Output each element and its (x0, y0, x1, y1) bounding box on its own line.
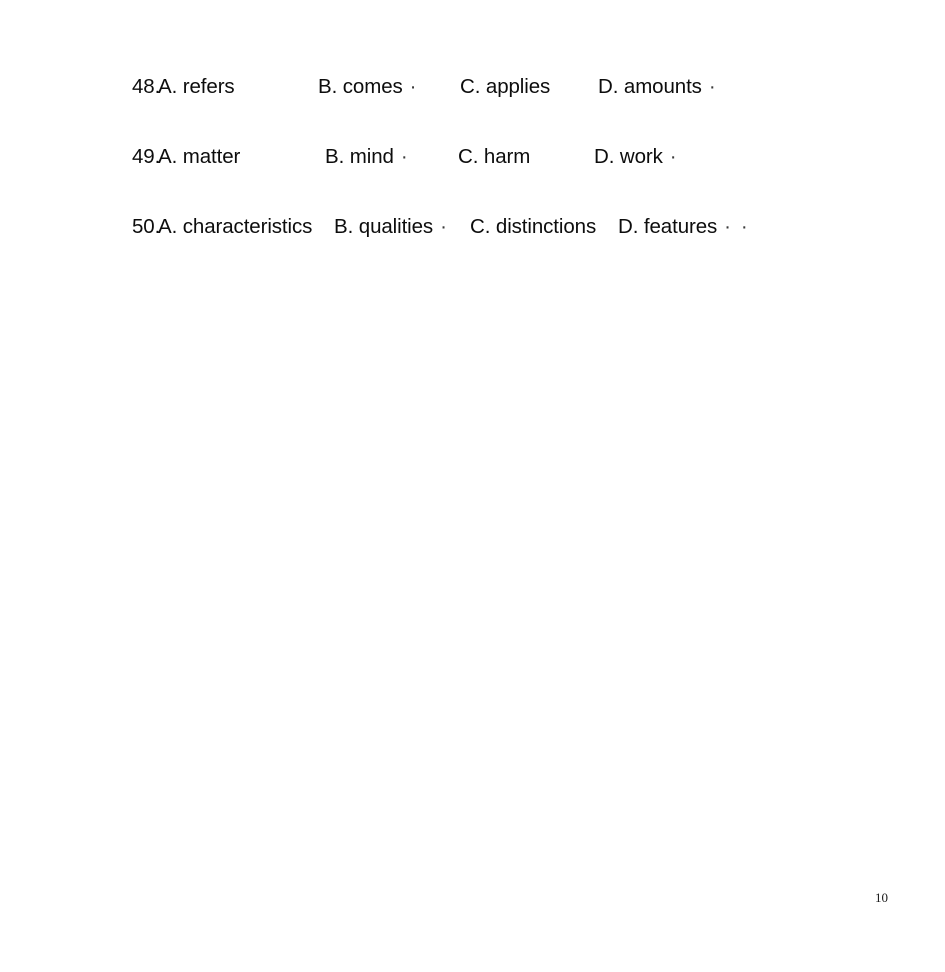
answer-option[interactable]: B. mind · (325, 142, 408, 172)
question-number: 48. (132, 75, 161, 98)
answer-option[interactable]: B. qualities · (334, 212, 447, 242)
answer-option-label: C. harm (458, 145, 531, 168)
answer-option[interactable]: C. applies (460, 72, 550, 102)
answer-option[interactable]: B. comes · (318, 72, 416, 102)
answer-option[interactable]: D. features · · (618, 212, 748, 242)
answer-option-label: C. distinctions (470, 215, 597, 238)
answer-option-label: B. mind (325, 145, 394, 168)
answer-option-label: D. amounts (598, 75, 702, 98)
answer-mark-dot: · (724, 215, 731, 238)
answer-option[interactable]: D. amounts · (598, 72, 716, 102)
answer-mark-dot: · (400, 145, 408, 168)
answer-option[interactable]: A. characteristics (158, 212, 312, 242)
answer-option-label: D. work (594, 145, 663, 168)
question-number: 50. (132, 215, 161, 238)
question-number: 49. (132, 145, 161, 168)
answer-option[interactable]: A. matter (158, 142, 240, 172)
answer-mark-dot: · (669, 145, 677, 168)
answer-option[interactable]: C. harm (458, 142, 530, 172)
answer-option-label: A. refers (158, 75, 235, 98)
answer-option-label: B. comes (318, 75, 403, 98)
answer-mark-dot: · (740, 215, 748, 238)
answer-option-label: C. applies (460, 75, 551, 98)
page-number: 10 (875, 890, 888, 905)
answer-option-label: B. qualities (334, 215, 434, 238)
answer-mark-dot: · (708, 75, 716, 98)
document-page: 48. A. refers B. comes · C. applies D. amount… (0, 0, 945, 972)
answer-option[interactable]: A. refers (158, 72, 235, 102)
answer-option-label: A. matter (158, 145, 241, 168)
answer-mark-dot: · (440, 215, 447, 238)
answer-option-label: A. characteristics (158, 215, 313, 238)
answer-mark-dot: · (409, 75, 417, 98)
answer-option-label: D. features (618, 215, 718, 238)
answer-option[interactable]: D. work · (594, 142, 677, 172)
answer-option[interactable]: C. distinctions (470, 212, 596, 242)
